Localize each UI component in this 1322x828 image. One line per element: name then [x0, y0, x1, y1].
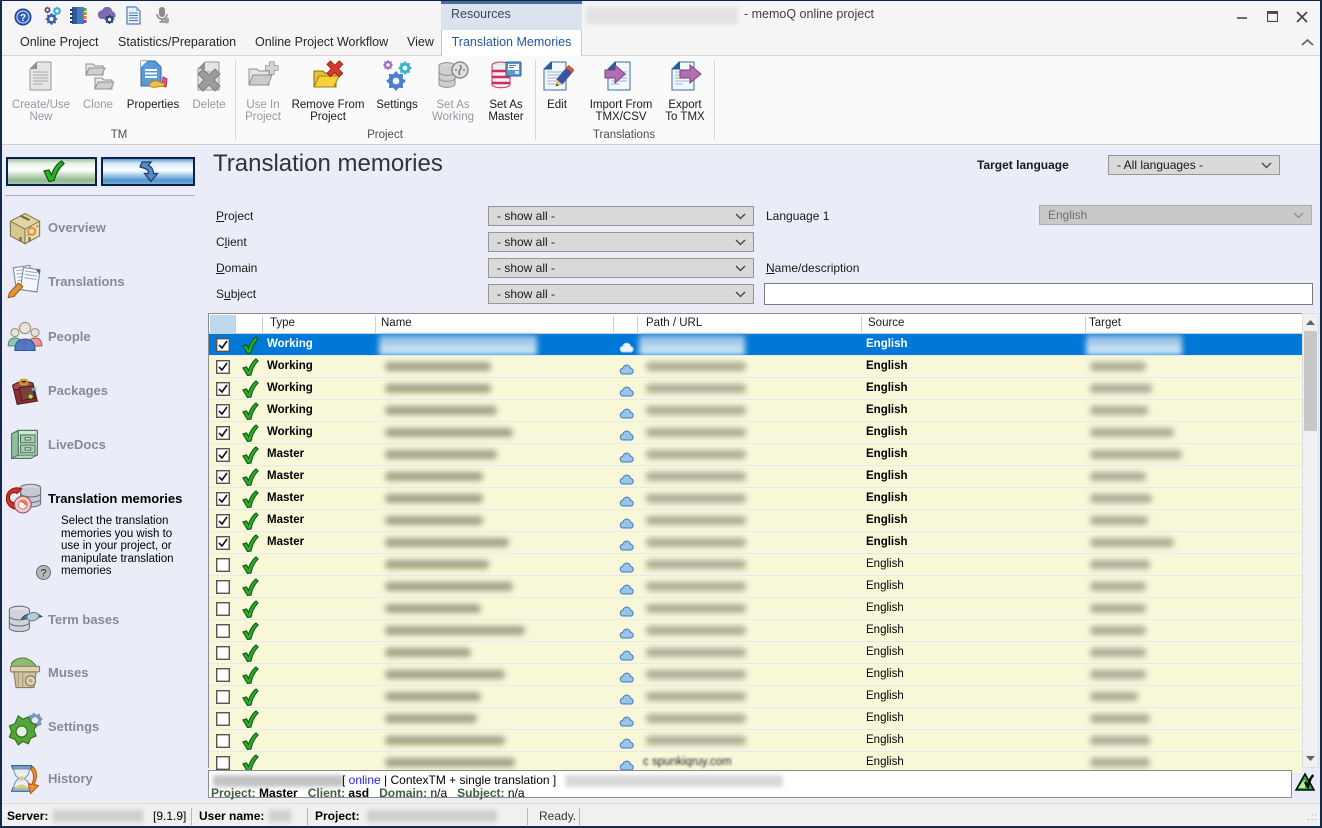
svg-text:?: ? [40, 568, 46, 580]
svg-text:?: ? [20, 13, 26, 24]
